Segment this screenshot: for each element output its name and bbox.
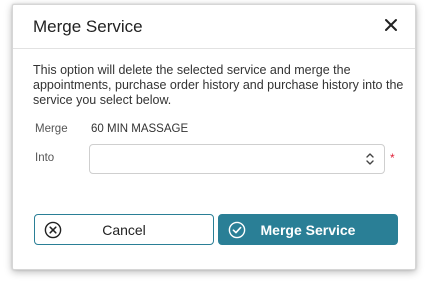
- merge-service-button[interactable]: Merge Service: [218, 214, 398, 245]
- required-asterisk: *: [390, 151, 395, 165]
- up-down-chevron-icon: [365, 152, 375, 166]
- dialog-header: Merge Service: [13, 5, 415, 49]
- merge-service-dialog: Merge Service This option will delete th…: [12, 4, 416, 270]
- dialog-description: This option will delete the selected ser…: [33, 63, 404, 107]
- merge-source-value: 60 MIN MASSAGE: [91, 123, 189, 135]
- merge-label: Merge: [35, 123, 68, 135]
- cancel-button[interactable]: Cancel: [34, 214, 214, 245]
- cancel-button-label: Cancel: [102, 222, 146, 238]
- close-icon[interactable]: [383, 17, 399, 33]
- into-service-select[interactable]: [89, 144, 385, 174]
- merge-service-button-label: Merge Service: [260, 222, 356, 238]
- dialog-title: Merge Service: [33, 17, 143, 36]
- into-label: Into: [35, 152, 55, 164]
